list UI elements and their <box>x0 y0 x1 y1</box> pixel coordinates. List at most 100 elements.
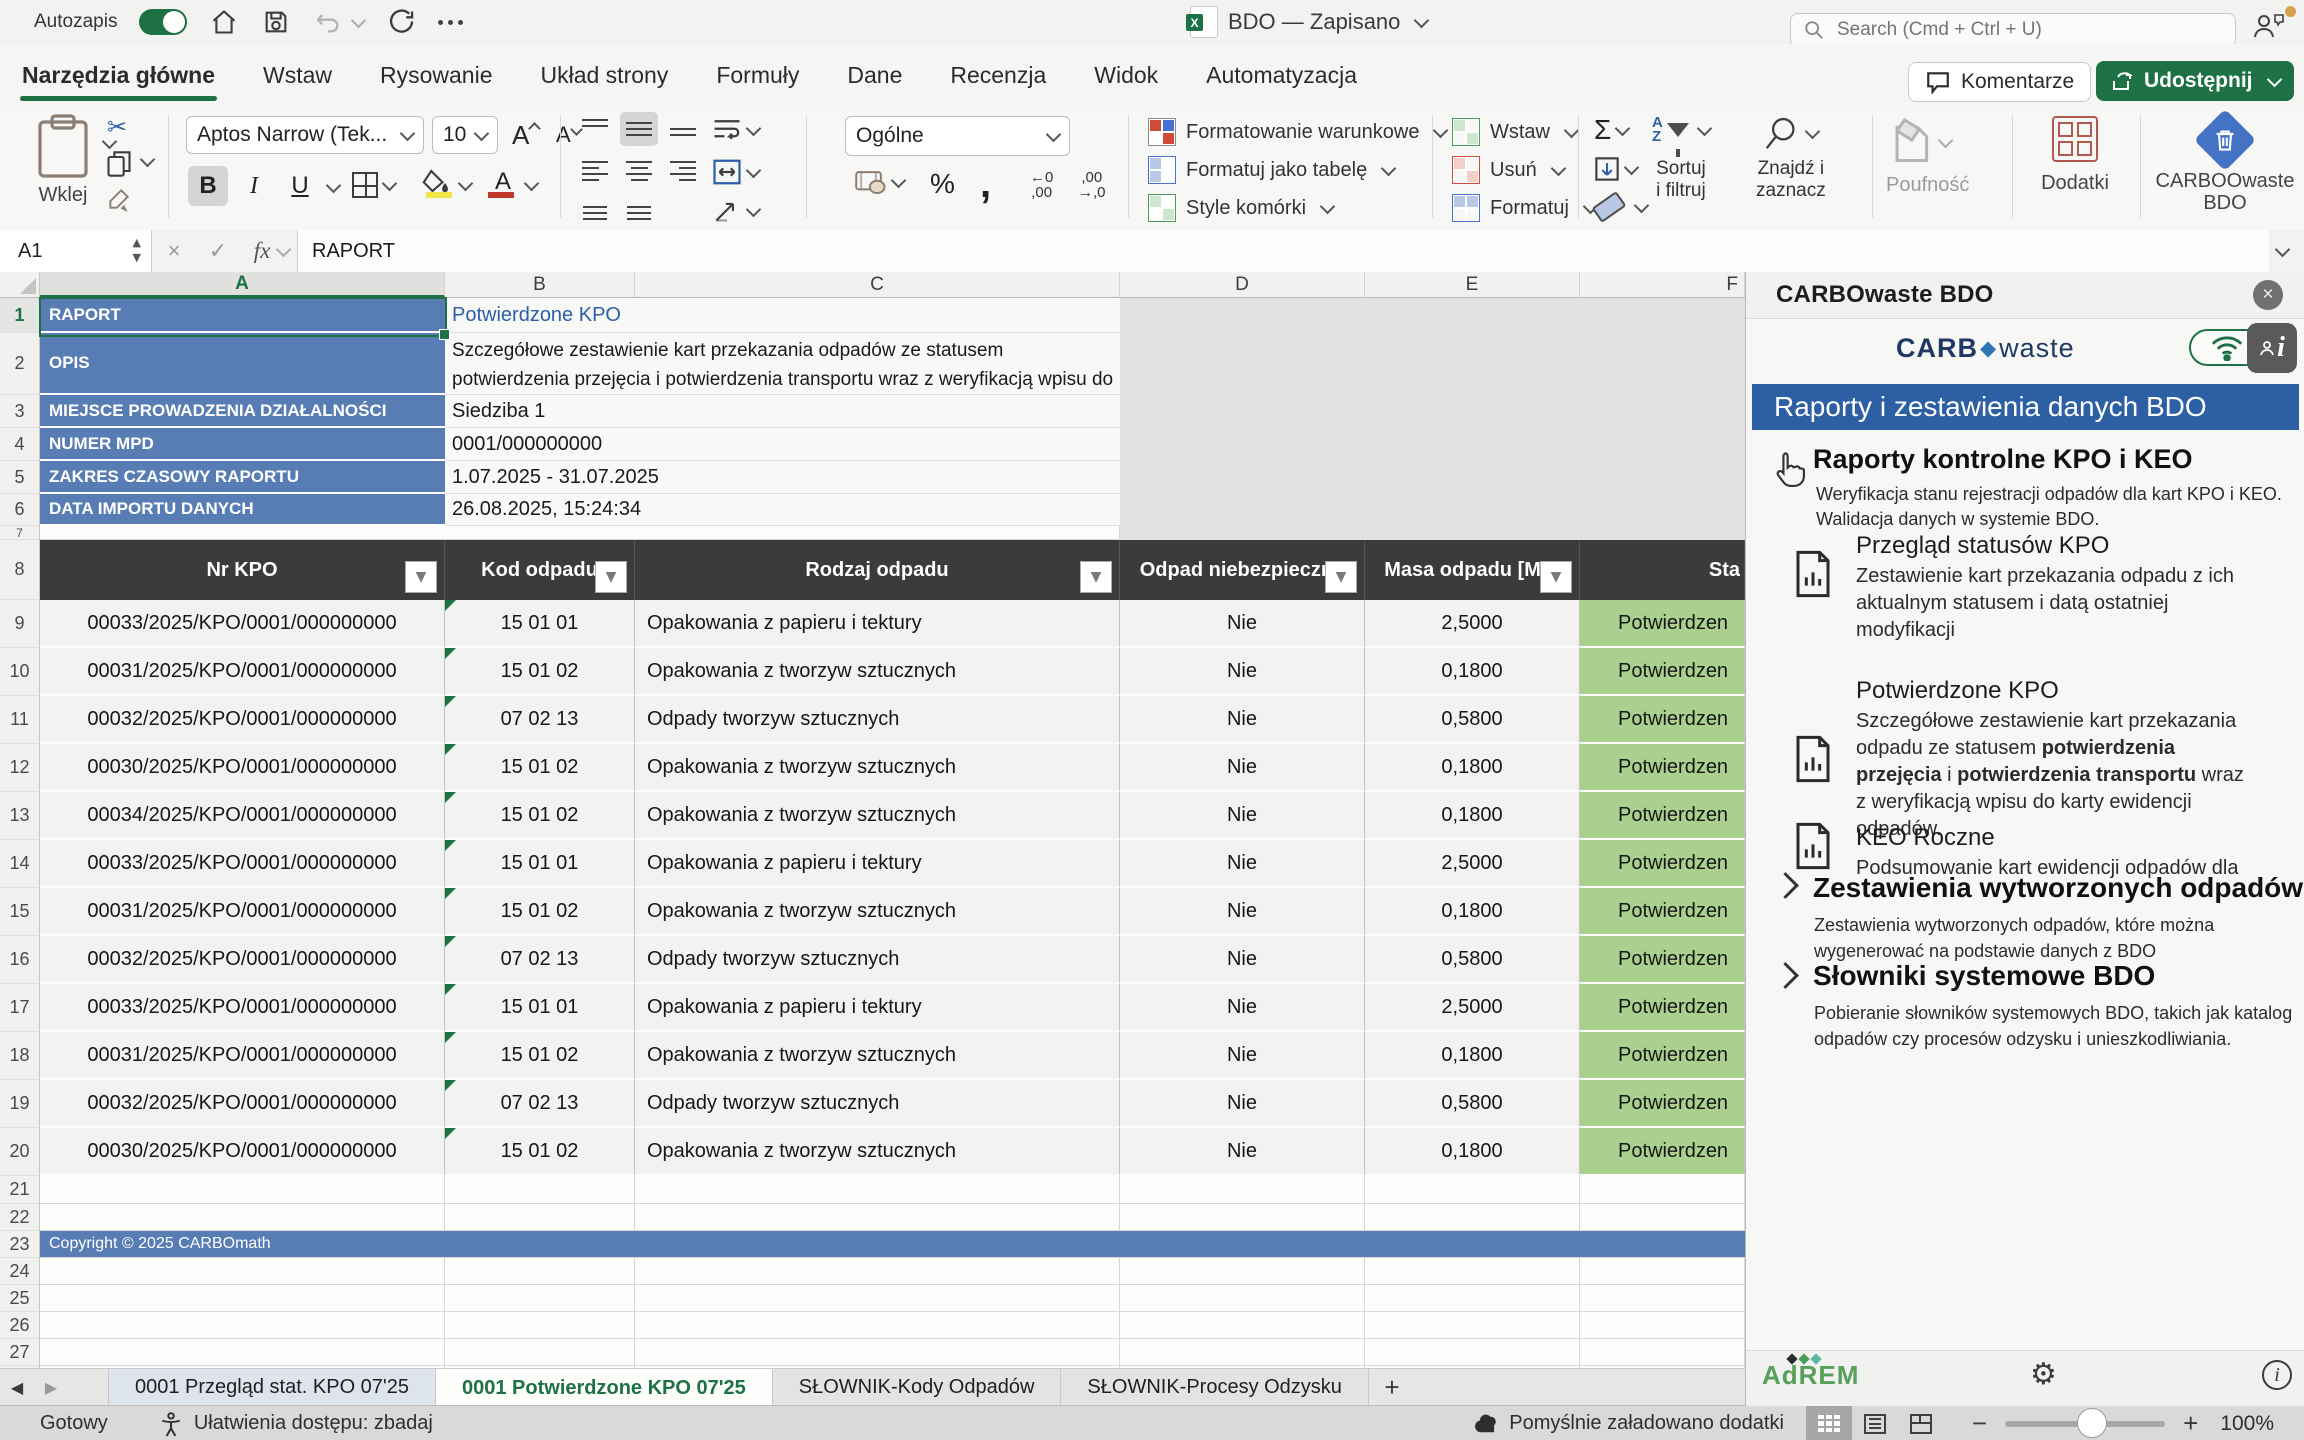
row-header-14[interactable]: 14 <box>0 840 40 888</box>
table-cell[interactable]: Potwierdzen <box>1580 936 1745 984</box>
table-cell[interactable]: Nie <box>1120 984 1365 1032</box>
align-bottom-icon[interactable] <box>664 112 702 146</box>
ribbon-tab-rysowanie[interactable]: Rysowanie <box>378 46 495 105</box>
format-cells-button[interactable]: Formatuj <box>1452 194 1596 222</box>
info-value-cell[interactable]: Siedziba 1 <box>445 395 1120 428</box>
sort-filter-button[interactable]: AZ Sortuji filtruj <box>1652 116 1710 202</box>
formula-input[interactable]: RAPORT <box>297 230 2269 272</box>
empty-cell[interactable] <box>445 1258 635 1285</box>
empty-cell[interactable] <box>445 1176 635 1204</box>
row-header-25[interactable]: 25 <box>0 1285 40 1312</box>
table-cell[interactable]: 0,1800 <box>1365 888 1580 936</box>
row-header-17[interactable]: 17 <box>0 984 40 1032</box>
conditional-formatting-button[interactable]: Formatowanie warunkowe <box>1148 118 1446 146</box>
row-header-8[interactable]: 8 <box>0 540 40 600</box>
table-header-1[interactable]: Nr KPO▼ <box>40 540 445 600</box>
table-cell[interactable]: 15 01 02 <box>445 792 635 840</box>
table-cell[interactable]: Opakowania z tworzyw sztucznych <box>635 792 1120 840</box>
info-label-cell[interactable]: DATA IMPORTU DANYCH <box>40 494 445 526</box>
column-header-B[interactable]: B <box>445 272 635 298</box>
align-right-icon[interactable] <box>664 154 702 188</box>
filter-icon[interactable]: ▼ <box>405 561 437 593</box>
row-header-4[interactable]: 4 <box>0 428 40 461</box>
table-cell[interactable]: Potwierdzen <box>1580 1128 1745 1176</box>
empty-cell[interactable] <box>1365 1339 1580 1366</box>
empty-cell[interactable] <box>635 1339 1120 1366</box>
table-cell[interactable]: 0,1800 <box>1365 1128 1580 1176</box>
underline-chevron-icon[interactable] <box>326 178 342 194</box>
more-options-icon[interactable] <box>438 20 463 25</box>
table-cell[interactable]: Nie <box>1120 648 1365 696</box>
empty-cell[interactable] <box>1120 1204 1365 1231</box>
row-header-16[interactable]: 16 <box>0 936 40 984</box>
filter-icon[interactable]: ▼ <box>1540 561 1572 593</box>
sheet-tab-0001-przegląd-stat-kpo-07'25[interactable]: 0001 Przegląd stat. KPO 07'25 <box>108 1369 436 1406</box>
table-cell[interactable]: Opakowania z papieru i tektury <box>635 984 1120 1032</box>
row-header-11[interactable]: 11 <box>0 696 40 744</box>
prev-sheet-icon[interactable]: ◀ <box>0 1369 34 1406</box>
empty-cell[interactable] <box>40 1258 445 1285</box>
undo-icon[interactable] <box>313 7 343 37</box>
empty-gray-area[interactable] <box>1120 461 1745 494</box>
table-cell[interactable]: 00034/2025/KPO/0001/000000000 <box>40 792 445 840</box>
table-cell[interactable]: 0,1800 <box>1365 648 1580 696</box>
info-label-cell[interactable]: NUMER MPD <box>40 428 445 461</box>
table-cell[interactable]: 07 02 13 <box>445 936 635 984</box>
align-top-icon[interactable] <box>576 112 614 146</box>
empty-cell[interactable] <box>1120 1339 1365 1366</box>
name-box[interactable]: A1 ▲▼ <box>0 230 152 272</box>
table-cell[interactable]: Odpady tworzyw sztucznych <box>635 936 1120 984</box>
table-cell[interactable]: Potwierdzen <box>1580 600 1745 648</box>
table-cell[interactable]: Odpady tworzyw sztucznych <box>635 696 1120 744</box>
empty-cell[interactable] <box>445 1339 635 1366</box>
table-cell[interactable]: Opakowania z tworzyw sztucznych <box>635 1032 1120 1080</box>
carbowaste-addin-button[interactable]: CARBOOwasteBDO <box>2150 112 2300 214</box>
column-header-F[interactable]: F <box>1580 272 1745 298</box>
table-cell[interactable]: 0,1800 <box>1365 744 1580 792</box>
info-value-cell[interactable]: 0001/000000000 <box>445 428 1120 461</box>
table-cell[interactable]: 00031/2025/KPO/0001/000000000 <box>40 648 445 696</box>
row-header-20[interactable]: 20 <box>0 1128 40 1176</box>
table-cell[interactable]: Opakowania z tworzyw sztucznych <box>635 648 1120 696</box>
empty-cell[interactable] <box>1580 1285 1745 1312</box>
table-cell[interactable]: 15 01 02 <box>445 888 635 936</box>
column-header-C[interactable]: C <box>635 272 1120 298</box>
increase-decimal-button[interactable]: ←0,00 <box>1030 170 1053 200</box>
spreadsheet-grid[interactable]: ABCDEF1RAPORTPotwierdzone KPO2OPISSzczeg… <box>0 272 1745 1368</box>
filter-icon[interactable]: ▼ <box>1080 561 1112 593</box>
page-layout-view-button[interactable] <box>1852 1406 1898 1440</box>
comments-button[interactable]: Komentarze <box>1908 62 2091 102</box>
table-cell[interactable]: Opakowania z tworzyw sztucznych <box>635 1128 1120 1176</box>
row-header-15[interactable]: 15 <box>0 888 40 936</box>
table-cell[interactable]: 15 01 01 <box>445 840 635 888</box>
filter-icon[interactable]: ▼ <box>595 561 627 593</box>
empty-cell[interactable] <box>1365 1176 1580 1204</box>
table-cell[interactable]: Odpady tworzyw sztucznych <box>635 1080 1120 1128</box>
empty-gray-area[interactable] <box>1120 298 1745 333</box>
empty-cell[interactable] <box>1580 1312 1745 1339</box>
ribbon-tab-recenzja[interactable]: Recenzja <box>948 46 1048 105</box>
ribbon-tab-formuły[interactable]: Formuły <box>714 46 801 105</box>
table-cell[interactable]: Nie <box>1120 696 1365 744</box>
redo-icon[interactable] <box>386 7 416 37</box>
cancel-icon[interactable]: × <box>152 238 196 264</box>
row-header-3[interactable]: 3 <box>0 395 40 428</box>
italic-button[interactable]: I <box>234 166 274 206</box>
ribbon-tab-dane[interactable]: Dane <box>845 46 904 105</box>
zoom-in-button[interactable]: + <box>2183 1408 2198 1439</box>
table-cell[interactable]: 00033/2025/KPO/0001/000000000 <box>40 984 445 1032</box>
document-title[interactable]: X BDO — Zapisano <box>1190 0 1427 44</box>
addins-button[interactable]: Dodatki <box>2030 116 2120 195</box>
table-cell[interactable]: Opakowania z tworzyw sztucznych <box>635 888 1120 936</box>
empty-cell[interactable] <box>635 1285 1120 1312</box>
table-cell[interactable]: 07 02 13 <box>445 696 635 744</box>
enter-icon[interactable]: ✓ <box>196 238 240 264</box>
info-value-cell[interactable]: Szczegółowe zestawienie kart przekazania… <box>445 333 1120 395</box>
empty-cell[interactable] <box>40 1285 445 1312</box>
row-header-26[interactable]: 26 <box>0 1312 40 1339</box>
table-cell[interactable]: 0,5800 <box>1365 1080 1580 1128</box>
clear-button[interactable] <box>1594 198 1647 216</box>
filter-icon[interactable]: ▼ <box>1325 561 1357 593</box>
sheet-tab-słownik-kody-odpadów[interactable]: SŁOWNIK-Kody Odpadów <box>773 1369 1062 1406</box>
table-cell[interactable]: Potwierdzen <box>1580 648 1745 696</box>
